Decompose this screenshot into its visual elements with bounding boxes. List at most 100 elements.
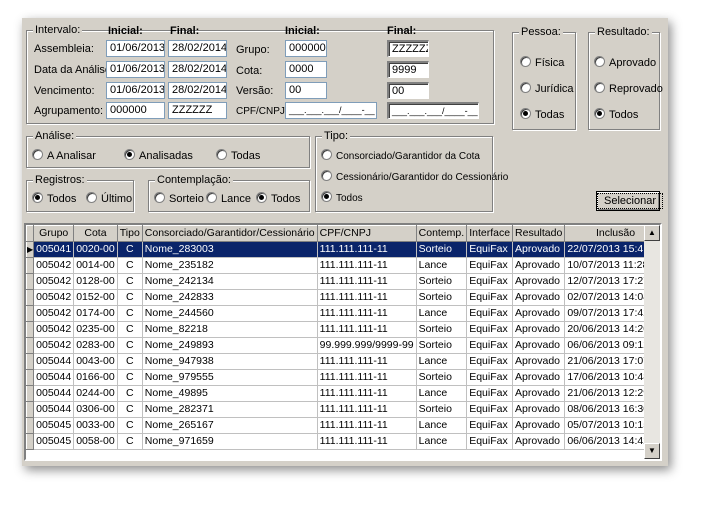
table-cell-cpf-cnpj[interactable]: 111.111.111-11 [316, 433, 417, 450]
cpf-cnpj-inicial-input[interactable]: ___.___.___/____-__ [285, 102, 377, 119]
table-cell-consorciado[interactable]: Nome_283003 [141, 241, 318, 258]
table-cell-tipo[interactable]: C [116, 289, 143, 306]
col-header-cota[interactable]: Cota [73, 225, 118, 242]
data-analise-final-input[interactable]: 28/02/2014 [168, 61, 227, 78]
tipo-cessionario-radio[interactable]: Cessionário/Garantidor do Cessionário [321, 170, 508, 184]
table-cell-tipo[interactable]: C [116, 337, 143, 354]
table-row[interactable]: ▶ 005041 0020-00 C Nome_283003 111.111.111-11… [26, 241, 660, 258]
registros-todos-radio[interactable]: Todos [32, 192, 76, 206]
table-cell-interface[interactable]: EquiFax [466, 385, 514, 402]
table-cell-grupo[interactable]: 005044 [33, 353, 75, 370]
table-cell-grupo[interactable]: 005044 [33, 401, 75, 418]
tipo-todos-radio[interactable]: Todos [321, 191, 363, 205]
table-cell-interface[interactable]: EquiFax [466, 401, 514, 418]
col-header-grupo[interactable]: Grupo [33, 225, 75, 242]
contemplacao-todos-radio[interactable]: Todos [256, 192, 300, 206]
table-cell-resultado[interactable]: Aprovado [512, 401, 566, 418]
table-cell-interface[interactable]: EquiFax [466, 289, 514, 306]
table-cell-interface[interactable]: EquiFax [466, 433, 514, 450]
table-cell-cota[interactable]: 0166-00 [73, 369, 118, 386]
col-header-tipo[interactable]: Tipo [116, 225, 143, 242]
versao-final-input[interactable]: 00 [387, 82, 429, 99]
table-cell-tipo[interactable]: C [116, 369, 143, 386]
assembleia-inicial-input[interactable]: 01/06/2013 [106, 40, 165, 57]
table-row[interactable]: 005045 0033-00 C Nome_265167 111.111.111-11 L… [26, 417, 660, 434]
table-cell-grupo[interactable]: 005045 [33, 433, 75, 450]
table-cell-cota[interactable]: 0152-00 [73, 289, 118, 306]
contemplacao-lance-radio[interactable]: Lance [206, 192, 251, 206]
table-cell-tipo[interactable]: C [116, 353, 143, 370]
table-cell-consorciado[interactable]: Nome_947938 [141, 353, 318, 370]
results-grid[interactable]: Grupo Cota Tipo Consorciado/Garantidor/C… [24, 223, 662, 461]
table-cell-resultado[interactable]: Aprovado [512, 353, 566, 370]
vencimento-inicial-input[interactable]: 01/06/2013 [106, 82, 165, 99]
table-cell-cpf-cnpj[interactable]: 111.111.111-11 [316, 353, 417, 370]
table-cell-cota[interactable]: 0058-00 [73, 433, 118, 450]
cpf-cnpj-final-input[interactable]: ___.___.___/____-__ [387, 102, 479, 119]
table-cell-contemp[interactable]: Lance [415, 417, 468, 434]
table-cell-contemp[interactable]: Lance [415, 353, 468, 370]
col-header-resultado[interactable]: Resultado [512, 225, 566, 242]
vencimento-final-input[interactable]: 28/02/2014 [168, 82, 227, 99]
table-cell-cota[interactable]: 0244-00 [73, 385, 118, 402]
table-cell-consorciado[interactable]: Nome_265167 [141, 417, 318, 434]
table-cell-consorciado[interactable]: Nome_49895 [141, 385, 318, 402]
table-cell-cpf-cnpj[interactable]: 111.111.111-11 [316, 417, 417, 434]
table-row[interactable]: 005044 0244-00 C Nome_49895 111.111.111-11 La… [26, 385, 660, 402]
scroll-down-icon[interactable]: ▼ [644, 443, 660, 459]
table-cell-tipo[interactable]: C [116, 241, 143, 258]
table-cell-resultado[interactable]: Aprovado [512, 337, 566, 354]
table-cell-tipo[interactable]: C [116, 417, 143, 434]
table-cell-tipo[interactable]: C [116, 433, 143, 450]
table-row[interactable]: 005042 0283-00 C Nome_249893 99.999.999/9999… [26, 337, 660, 354]
selecionar-button[interactable]: Selecionar [596, 191, 663, 211]
table-cell-grupo[interactable]: 005042 [33, 289, 75, 306]
col-header-contemp[interactable]: Contemp. [415, 225, 468, 242]
table-cell-resultado[interactable]: Aprovado [512, 289, 566, 306]
pessoa-juridica-radio[interactable]: Jurídica [520, 82, 574, 96]
table-cell-resultado[interactable]: Aprovado [512, 369, 566, 386]
table-cell-consorciado[interactable]: Nome_282371 [141, 401, 318, 418]
table-cell-grupo[interactable]: 005044 [33, 369, 75, 386]
table-row[interactable]: 005044 0043-00 C Nome_947938 111.111.111-11 L… [26, 353, 660, 370]
table-row[interactable]: 005045 0058-00 C Nome_971659 111.111.111-11 L… [26, 433, 660, 450]
table-cell-cpf-cnpj[interactable]: 111.111.111-11 [316, 241, 417, 258]
table-cell-interface[interactable]: EquiFax [466, 417, 514, 434]
table-cell-tipo[interactable]: C [116, 321, 143, 338]
analise-todas-radio[interactable]: Todas [216, 149, 260, 163]
table-cell-resultado[interactable]: Aprovado [512, 417, 566, 434]
table-cell-cpf-cnpj[interactable]: 111.111.111-11 [316, 257, 417, 274]
table-row[interactable]: 005042 0152-00 C Nome_242833 111.111.111-11 S… [26, 289, 660, 306]
table-cell-tipo[interactable]: C [116, 257, 143, 274]
grupo-inicial-input[interactable]: 000000 [285, 40, 327, 57]
table-cell-cota[interactable]: 0174-00 [73, 305, 118, 322]
table-cell-interface[interactable]: EquiFax [466, 273, 514, 290]
table-cell-resultado[interactable]: Aprovado [512, 433, 566, 450]
table-cell-cota[interactable]: 0020-00 [73, 241, 118, 258]
table-cell-interface[interactable]: EquiFax [466, 241, 514, 258]
table-cell-tipo[interactable]: C [116, 385, 143, 402]
table-row[interactable]: 005042 0174-00 C Nome_244560 111.111.111-11 L… [26, 305, 660, 322]
table-cell-interface[interactable]: EquiFax [466, 337, 514, 354]
table-row[interactable]: 005044 0166-00 C Nome_979555 111.111.111-11 S… [26, 369, 660, 386]
scroll-up-icon[interactable]: ▲ [644, 225, 660, 241]
table-cell-cpf-cnpj[interactable]: 111.111.111-11 [316, 289, 417, 306]
cota-inicial-input[interactable]: 0000 [285, 61, 327, 78]
pessoa-todas-radio[interactable]: Todas [520, 108, 564, 122]
table-cell-interface[interactable]: EquiFax [466, 353, 514, 370]
cota-final-input[interactable]: 9999 [387, 61, 429, 78]
table-cell-grupo[interactable]: 005042 [33, 257, 75, 274]
table-cell-resultado[interactable]: Aprovado [512, 273, 566, 290]
table-row[interactable]: 005044 0306-00 C Nome_282371 111.111.111-11 S… [26, 401, 660, 418]
table-cell-cota[interactable]: 0033-00 [73, 417, 118, 434]
col-header-consorciado[interactable]: Consorciado/Garantidor/Cessionário [141, 225, 318, 242]
pessoa-fisica-radio[interactable]: Física [520, 56, 564, 70]
table-row[interactable]: 005042 0235-00 C Nome_82218 111.111.111-11 So… [26, 321, 660, 338]
table-cell-consorciado[interactable]: Nome_249893 [141, 337, 318, 354]
table-cell-cota[interactable]: 0235-00 [73, 321, 118, 338]
table-cell-tipo[interactable]: C [116, 273, 143, 290]
vertical-scrollbar[interactable]: ▲ ▼ [644, 225, 660, 459]
table-cell-contemp[interactable]: Sorteio [415, 369, 468, 386]
table-cell-cpf-cnpj[interactable]: 99.999.999/9999-99 [316, 337, 417, 354]
table-cell-interface[interactable]: EquiFax [466, 305, 514, 322]
